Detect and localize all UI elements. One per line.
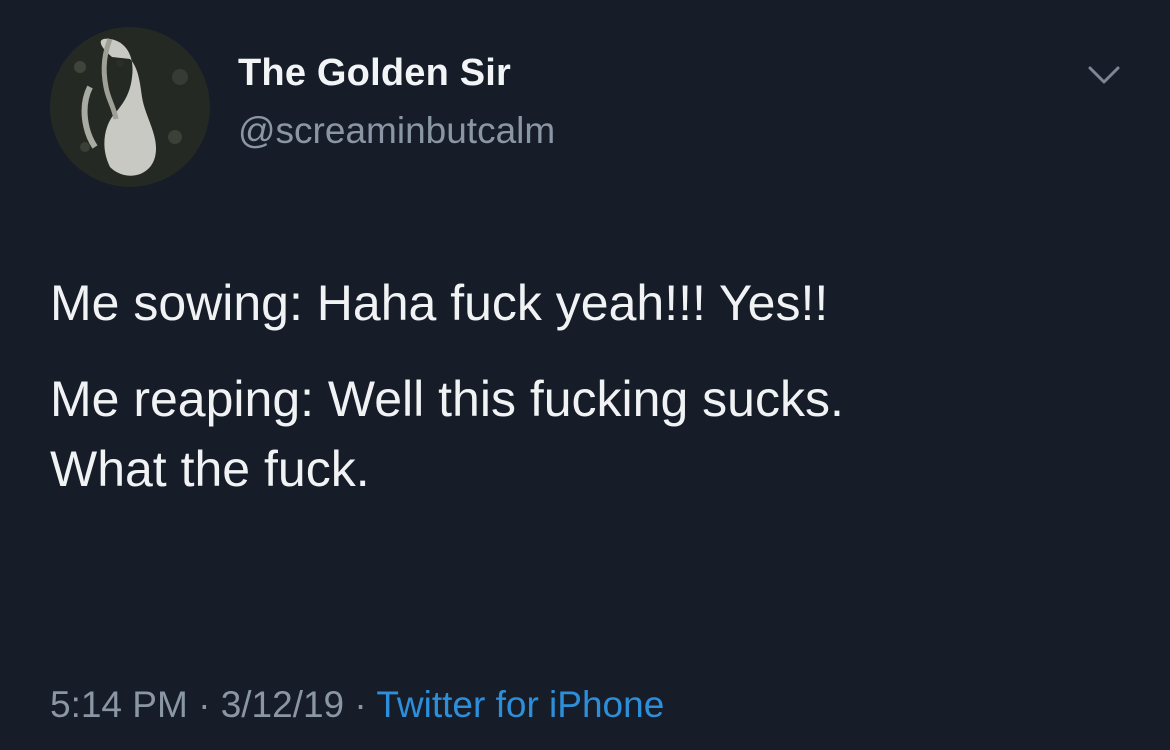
tweet-line-reaping: Me reaping: Well this fucking sucks. Wha… — [50, 371, 844, 497]
tweet-date[interactable]: 3/12/19 — [221, 684, 344, 725]
display-name[interactable]: The Golden Sir — [238, 52, 511, 95]
tweet-line-sowing: Me sowing: Haha fuck yeah!!! Yes!! — [50, 275, 829, 331]
tweet-card: The Golden Sir @screaminbutcalm Me sowin… — [0, 0, 1170, 750]
tweet-metadata: 5:14 PM · 3/12/19 · Twitter for iPhone — [50, 684, 664, 726]
tweet-source-link[interactable]: Twitter for iPhone — [376, 684, 664, 725]
meta-separator: · — [187, 684, 221, 725]
tweet-time[interactable]: 5:14 PM — [50, 684, 188, 725]
chevron-down-icon[interactable] — [1084, 60, 1124, 90]
meta-separator: · — [344, 684, 377, 725]
shoebill-bird-avatar-icon — [50, 27, 210, 187]
avatar[interactable] — [50, 27, 210, 187]
tweet-text: Me sowing: Haha fuck yeah!!! Yes!! Me re… — [50, 268, 1130, 504]
user-handle[interactable]: @screaminbutcalm — [238, 110, 555, 152]
